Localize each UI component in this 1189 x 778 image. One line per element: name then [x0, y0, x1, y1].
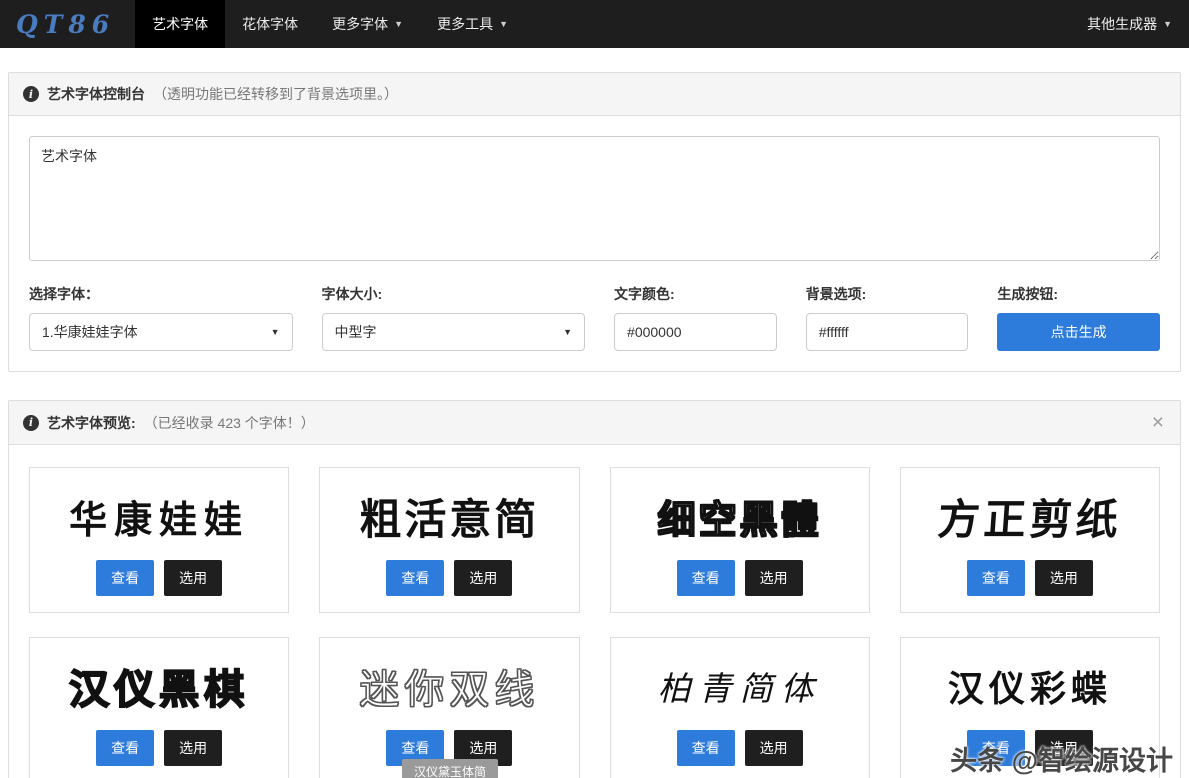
- use-button[interactable]: 选用: [164, 730, 222, 766]
- preview-panel-header: i 艺术字体预览: （已经收录 423 个字体！） ×: [9, 401, 1180, 445]
- font-select-label: 选择字体：: [29, 284, 293, 304]
- font-preview-image: 方正剪纸: [909, 484, 1152, 548]
- card-buttons: 查看 选用: [621, 730, 859, 766]
- font-preview-image: 细空黑體: [621, 484, 859, 548]
- chevron-down-icon: ▼: [563, 327, 572, 337]
- nav-item-other-generators[interactable]: 其他生成器 ▼: [1070, 0, 1189, 48]
- card-buttons: 查看 选用: [621, 560, 859, 596]
- font-preview-image: 迷你双线: [330, 654, 568, 718]
- console-panel: i 艺术字体控制台 （透明功能已经转移到了背景选项里。） 艺术字体 选择字体： …: [8, 72, 1181, 372]
- info-icon: i: [23, 86, 39, 102]
- nav-item-label: 花体字体: [242, 14, 298, 34]
- font-select[interactable]: 1.华康娃娃字体 ▼: [29, 313, 293, 351]
- view-button[interactable]: 查看: [96, 560, 154, 596]
- view-button[interactable]: 查看: [677, 730, 735, 766]
- card-buttons: 查看 选用: [330, 560, 568, 596]
- font-select-field: 选择字体： 1.华康娃娃字体 ▼: [29, 284, 293, 351]
- nav-item-more-tools[interactable]: 更多工具 ▼: [420, 0, 525, 48]
- font-preview-image: 汉仪彩蝶: [911, 654, 1149, 718]
- font-card: 方正剪纸 查看 选用: [900, 467, 1160, 613]
- font-card: 细空黑體 查看 选用: [610, 467, 870, 613]
- card-buttons: 查看 选用: [40, 730, 278, 766]
- size-select-value: 中型字: [335, 322, 377, 342]
- text-color-label: 文字颜色:: [614, 284, 777, 304]
- site-logo[interactable]: QT86: [0, 0, 135, 48]
- background-option-label: 背景选项:: [806, 284, 969, 304]
- background-option-field: 背景选项:: [806, 284, 969, 351]
- font-card: 粗活意简 查看 选用: [319, 467, 579, 613]
- font-preview-image: 柏青简体: [621, 654, 859, 718]
- font-card-grid: 华康娃娃 查看 选用 粗活意简 查看 选用 细空黑體 查看 选用 方正剪纸 查看: [9, 445, 1180, 778]
- generate-field: 生成按钮: 点击生成: [997, 284, 1160, 351]
- console-panel-title: 艺术字体控制台: [47, 84, 145, 104]
- font-card: 柏青简体 查看 选用: [610, 637, 870, 778]
- console-panel-header: i 艺术字体控制台 （透明功能已经转移到了背景选项里。）: [9, 73, 1180, 116]
- generate-button[interactable]: 点击生成: [997, 313, 1160, 351]
- card-buttons: 查看 选用: [40, 560, 278, 596]
- font-card: 汉仪黑棋 查看 选用: [29, 637, 289, 778]
- chevron-down-icon: ▼: [271, 327, 280, 337]
- view-button[interactable]: 查看: [96, 730, 154, 766]
- console-form-row: 选择字体： 1.华康娃娃字体 ▼ 字体大小: 中型字 ▼ 文字颜色: 背景选项:: [29, 284, 1160, 351]
- size-select[interactable]: 中型字 ▼: [322, 313, 586, 351]
- use-button[interactable]: 选用: [164, 560, 222, 596]
- preview-panel-title: 艺术字体预览:: [47, 413, 136, 433]
- font-card: 华康娃娃 查看 选用: [29, 467, 289, 613]
- font-preview-image: 汉仪黑棋: [40, 654, 278, 718]
- chevron-down-icon: ▼: [1163, 20, 1172, 29]
- info-icon: i: [23, 415, 39, 431]
- text-color-field: 文字颜色:: [614, 284, 777, 351]
- font-select-value: 1.华康娃娃字体: [42, 322, 138, 342]
- view-button[interactable]: 查看: [967, 560, 1025, 596]
- use-button[interactable]: 选用: [745, 560, 803, 596]
- preview-panel-subtitle: （已经收录 423 个字体！）: [144, 413, 315, 433]
- preview-panel: i 艺术字体预览: （已经收录 423 个字体！） × 华康娃娃 查看 选用 粗…: [8, 400, 1181, 778]
- use-button[interactable]: 选用: [1035, 560, 1093, 596]
- font-card: 迷你双线 查看 选用: [319, 637, 579, 778]
- font-preview-image: 粗活意简: [330, 484, 568, 548]
- background-color-input[interactable]: [806, 313, 969, 351]
- font-name-tooltip: 汉仪黛玉体简: [402, 759, 498, 778]
- nav-item-flower-font[interactable]: 花体字体: [225, 0, 315, 48]
- text-color-input[interactable]: [614, 313, 777, 351]
- use-button[interactable]: 选用: [745, 730, 803, 766]
- nav-item-label: 其他生成器: [1087, 14, 1157, 34]
- generate-label: 生成按钮:: [997, 284, 1160, 304]
- use-button[interactable]: 选用: [454, 560, 512, 596]
- card-buttons: 查看 选用: [911, 560, 1149, 596]
- console-panel-subtitle: （透明功能已经转移到了背景选项里。）: [153, 84, 398, 104]
- size-select-label: 字体大小:: [322, 284, 586, 304]
- chevron-down-icon: ▼: [499, 20, 508, 29]
- nav-item-label: 更多字体: [332, 14, 388, 34]
- nav-item-art-font[interactable]: 艺术字体: [135, 0, 225, 48]
- close-icon[interactable]: ×: [1150, 412, 1166, 433]
- nav-item-label: 更多工具: [437, 14, 493, 34]
- view-button[interactable]: 查看: [677, 560, 735, 596]
- nav-item-more-fonts[interactable]: 更多字体 ▼: [315, 0, 420, 48]
- nav-item-label: 艺术字体: [152, 14, 208, 34]
- console-panel-body: 艺术字体 选择字体： 1.华康娃娃字体 ▼ 字体大小: 中型字 ▼ 文字颜色:: [9, 116, 1180, 371]
- view-button[interactable]: 查看: [386, 560, 444, 596]
- art-text-input[interactable]: 艺术字体: [29, 136, 1160, 261]
- navbar: QT86 艺术字体 花体字体 更多字体 ▼ 更多工具 ▼ 其他生成器 ▼: [0, 0, 1189, 48]
- font-preview-image: 华康娃娃: [40, 484, 278, 548]
- chevron-down-icon: ▼: [394, 20, 403, 29]
- watermark: 头条 @智绘源设计: [950, 739, 1173, 778]
- size-select-field: 字体大小: 中型字 ▼: [322, 284, 586, 351]
